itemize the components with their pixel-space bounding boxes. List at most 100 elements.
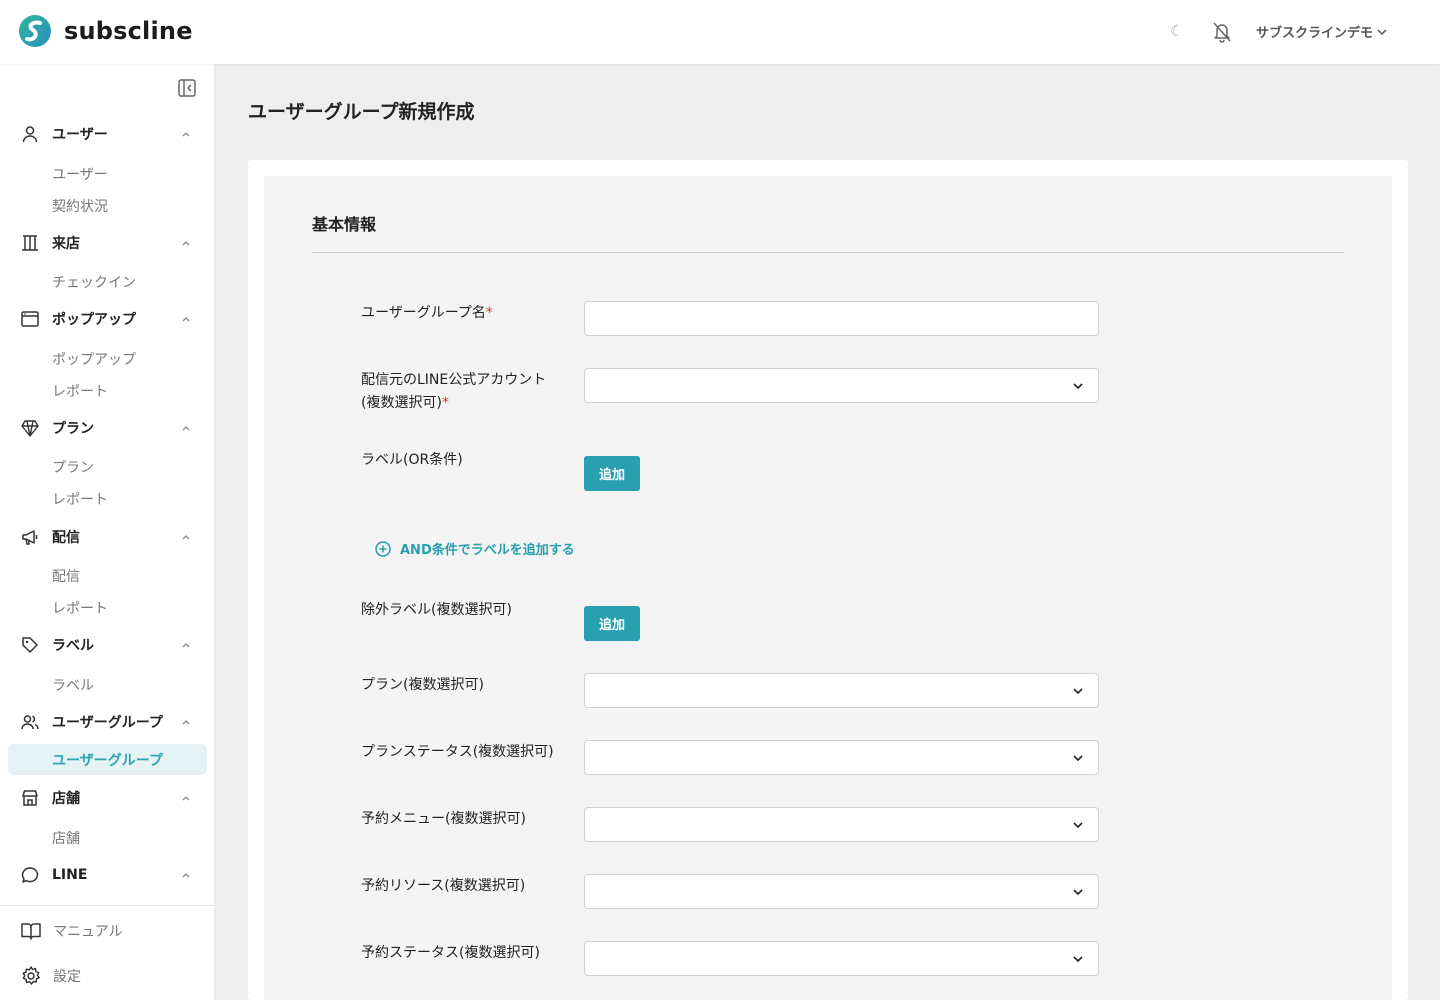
field-label-exclude-label: 除外ラベル(複数選択可) — [361, 602, 512, 618]
moon-icon[interactable]: ☾ — [1170, 22, 1183, 40]
label-text-line1: 配信元のLINE公式アカウント — [361, 372, 547, 388]
sidebar-group-label: 店舗 — [52, 791, 80, 807]
sidebar-item-store[interactable]: 店舗 — [52, 828, 80, 848]
user-menu[interactable]: サブスクラインデモ — [1256, 22, 1387, 41]
sidebar-group-label: プラン — [52, 421, 94, 437]
field-label-reservation-resource: 予約リソース(複数選択可) — [361, 878, 526, 894]
chevron-up-icon — [182, 643, 190, 648]
sidebar-divider — [0, 905, 215, 906]
sidebar: ユーザー ユーザー 契約状況 来店 チェックイン ポップアップ ポップアップ レ… — [0, 64, 215, 1000]
chevron-down-icon — [1073, 688, 1083, 695]
reservation-resource-select[interactable] — [584, 874, 1099, 909]
sidebar-group-plan[interactable]: プラン — [0, 413, 215, 443]
sidebar-item-label: 設定 — [53, 969, 81, 985]
field-label-line-account: 配信元のLINE公式アカウント (複数選択可)* — [361, 369, 581, 415]
chevron-up-icon — [182, 317, 190, 322]
chevron-up-icon — [182, 426, 190, 431]
sidebar-item-checkin[interactable]: チェックイン — [52, 272, 136, 292]
section-divider — [312, 252, 1344, 253]
page-title: ユーザーグループ新規作成 — [248, 101, 475, 123]
sidebar-item-users[interactable]: ユーザー — [52, 164, 108, 184]
field-label-reservation-status: 予約ステータス(複数選択可) — [361, 945, 540, 961]
reservation-status-select[interactable] — [584, 941, 1099, 976]
sidebar-item-manual[interactable]: マニュアル — [0, 916, 215, 946]
chevron-down-icon — [1073, 822, 1083, 829]
chevron-up-icon — [182, 796, 190, 801]
sidebar-group-label: 来店 — [52, 236, 80, 252]
sidebar-group-label: 配信 — [52, 530, 80, 546]
plus-circle-icon — [375, 540, 391, 557]
chevron-up-icon — [182, 241, 190, 246]
building-icon — [22, 235, 38, 251]
sidebar-item-plan[interactable]: プラン — [52, 457, 94, 477]
sidebar-group-line[interactable]: LINE — [0, 860, 215, 890]
chevron-up-icon — [182, 535, 190, 540]
top-header: subscline ☾ サブスクラインデモ — [0, 0, 1440, 64]
group-name-input[interactable] — [584, 301, 1099, 336]
field-label-reservation-menu: 予約メニュー(複数選択可) — [361, 811, 526, 827]
tag-icon — [22, 637, 38, 653]
plan-select[interactable] — [584, 673, 1099, 708]
user-icon — [22, 126, 38, 143]
sidebar-group-user[interactable]: ユーザー — [0, 119, 215, 149]
window-icon — [21, 311, 39, 327]
sidebar-group-label[interactable]: ラベル — [0, 630, 215, 660]
add-exclude-label-button[interactable]: 追加 — [584, 606, 640, 641]
sidebar-item-usergroup-active[interactable]: ユーザーグループ — [8, 744, 207, 775]
sidebar-group-popup[interactable]: ポップアップ — [0, 304, 215, 334]
sidebar-item-label: ユーザーグループ — [52, 752, 163, 769]
sidebar-item-contracts[interactable]: 契約状況 — [52, 196, 108, 216]
sidebar-group-store[interactable]: 店舗 — [0, 783, 215, 813]
brand-logo[interactable]: subscline — [16, 14, 193, 48]
sidebar-group-label: ポップアップ — [52, 312, 136, 328]
sidebar-item-popup-report[interactable]: レポート — [52, 381, 108, 401]
sidebar-collapse-icon[interactable] — [177, 78, 197, 98]
chevron-down-icon — [1073, 755, 1083, 762]
sidebar-group-label: ユーザーグループ — [52, 715, 163, 731]
users-icon — [21, 715, 39, 730]
sidebar-group-delivery[interactable]: 配信 — [0, 522, 215, 552]
field-label-group-name: ユーザーグループ名* — [361, 302, 581, 325]
chat-icon — [21, 867, 39, 883]
plan-status-select[interactable] — [584, 740, 1099, 775]
label-text-line2: (複数選択可) — [361, 395, 442, 411]
add-label-or-button[interactable]: 追加 — [584, 456, 640, 491]
field-label-plan: プラン(複数選択可) — [361, 677, 484, 693]
chevron-up-icon — [182, 873, 190, 878]
sidebar-item-delivery-report[interactable]: レポート — [52, 598, 108, 618]
line-account-select[interactable] — [584, 368, 1099, 403]
sidebar-group-usergroup[interactable]: ユーザーグループ — [0, 707, 215, 737]
book-icon — [21, 923, 41, 940]
chevron-down-icon — [1073, 956, 1083, 963]
sidebar-item-plan-report[interactable]: レポート — [52, 489, 108, 509]
sidebar-item-delivery[interactable]: 配信 — [52, 566, 80, 586]
store-icon — [22, 790, 38, 806]
field-label-plan-status: プランステータス(複数選択可) — [361, 744, 554, 760]
sidebar-group-visit[interactable]: 来店 — [0, 228, 215, 258]
logo-icon — [19, 15, 51, 47]
brand-name: subscline — [64, 17, 193, 45]
bell-off-icon[interactable] — [1212, 21, 1232, 43]
sidebar-group-label: ラベル — [52, 638, 94, 654]
sidebar-item-label[interactable]: ラベル — [52, 675, 94, 695]
sidebar-item-label: マニュアル — [53, 924, 123, 940]
required-mark: * — [441, 395, 449, 411]
field-label-label-or: ラベル(OR条件) — [361, 452, 463, 468]
sidebar-item-settings[interactable]: 設定 — [0, 961, 215, 991]
megaphone-icon — [22, 530, 38, 545]
sidebar-group-label: LINE — [52, 867, 88, 883]
chevron-down-icon — [1377, 28, 1387, 35]
chevron-down-icon — [1073, 383, 1083, 390]
diamond-icon — [21, 420, 39, 437]
sidebar-group-label: ユーザー — [52, 127, 108, 143]
reservation-menu-select[interactable] — [584, 807, 1099, 842]
chevron-up-icon — [182, 720, 190, 725]
user-name: サブスクラインデモ — [1256, 26, 1374, 41]
section-title: 基本情報 — [312, 215, 377, 234]
sidebar-item-popup[interactable]: ポップアップ — [52, 349, 136, 369]
gear-icon — [22, 966, 40, 985]
required-mark: * — [485, 305, 493, 321]
chevron-up-icon — [182, 132, 190, 137]
chevron-down-icon — [1073, 889, 1083, 896]
add-and-label-link[interactable]: AND条件でラベルを追加する — [374, 539, 575, 558]
